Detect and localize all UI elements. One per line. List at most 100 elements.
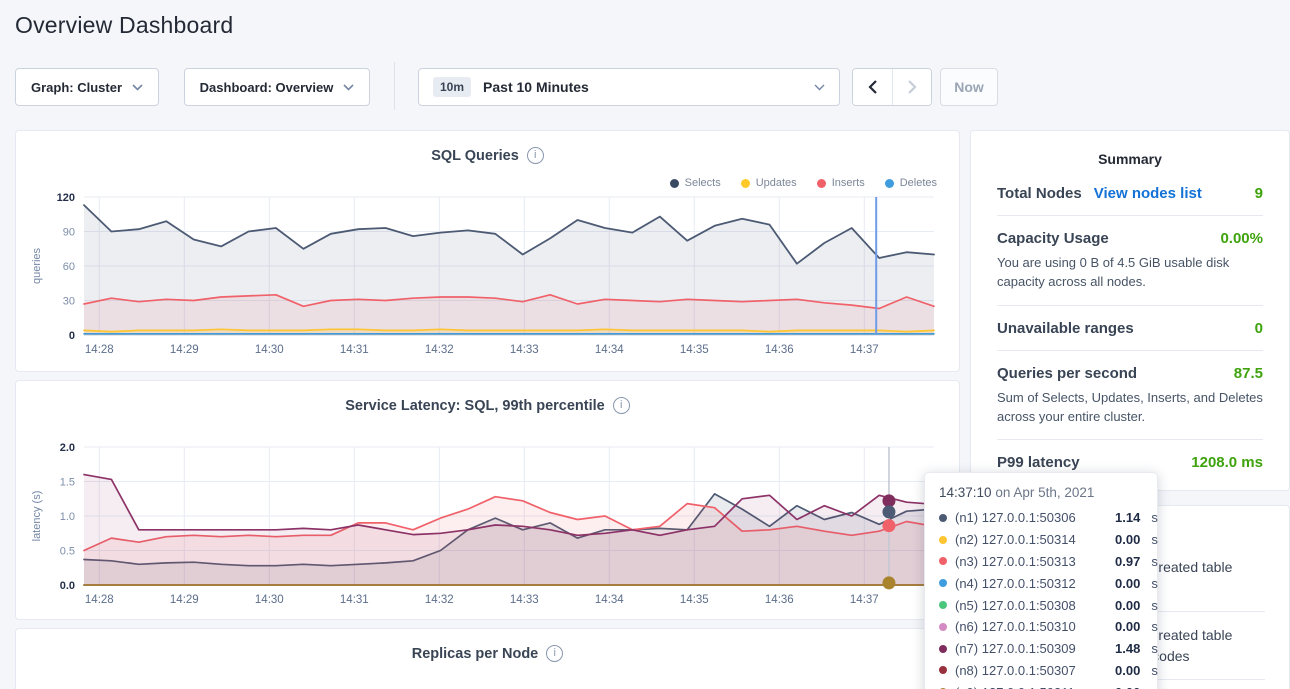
summary-row: Unavailable ranges0	[997, 306, 1263, 351]
tooltip-row: (n1) 127.0.0.1:503061.14s	[939, 507, 1143, 529]
graph-dropdown-label: Graph: Cluster	[31, 80, 122, 95]
time-pager	[852, 68, 932, 106]
info-icon[interactable]: i	[546, 645, 563, 662]
service-latency-chart[interactable]: 14:2814:2914:3014:3114:3214:3314:3414:35…	[22, 437, 952, 613]
svg-text:14:33: 14:33	[510, 594, 539, 606]
svg-text:14:32: 14:32	[425, 344, 454, 356]
tooltip-latency-unit: s	[1151, 641, 1158, 656]
summary-title: Summary	[997, 131, 1263, 171]
svg-text:14:29: 14:29	[170, 594, 199, 606]
svg-text:0.0: 0.0	[60, 580, 75, 592]
sql-queries-chart[interactable]: 14:2814:2914:3014:3114:3214:3314:3414:35…	[22, 187, 952, 363]
tooltip-latency-unit: s	[1151, 598, 1158, 613]
svg-text:14:35: 14:35	[680, 594, 709, 606]
series-color-dot	[939, 645, 947, 653]
tooltip-row: (n8) 127.0.0.1:503070.00s	[939, 660, 1143, 682]
info-icon[interactable]: i	[613, 397, 630, 414]
svg-text:14:29: 14:29	[170, 344, 199, 356]
tooltip-latency-unit: s	[1151, 619, 1158, 634]
tooltip-latency-unit: s	[1151, 532, 1158, 547]
chart-title: SQL Queries	[431, 148, 519, 164]
service-latency-chart-card: Service Latency: SQL, 99th percentile i …	[15, 380, 960, 620]
time-range-dropdown[interactable]: 10m Past 10 Minutes	[418, 68, 840, 106]
svg-text:14:28: 14:28	[85, 594, 114, 606]
series-color-dot	[939, 514, 947, 522]
svg-text:14:33: 14:33	[510, 344, 539, 356]
svg-text:1.5: 1.5	[60, 477, 75, 489]
summary-row-label: P99 latency	[997, 454, 1080, 471]
svg-text:queries: queries	[31, 247, 43, 284]
tooltip-row: (n3) 127.0.0.1:503130.97s	[939, 551, 1143, 573]
chevron-down-icon	[132, 84, 143, 91]
series-color-dot	[939, 601, 947, 609]
tooltip-latency-value: 1.14	[1115, 510, 1140, 525]
tooltip-row: (n9) 127.0.0.1:503110.00s	[939, 681, 1143, 689]
series-color-dot	[939, 623, 947, 631]
svg-text:14:37: 14:37	[850, 344, 879, 356]
tooltip-row: (n5) 127.0.0.1:503080.00s	[939, 594, 1143, 616]
tooltip-latency-value: 0.00	[1115, 532, 1140, 547]
toolbar-divider	[394, 62, 395, 110]
svg-text:14:31: 14:31	[340, 344, 369, 356]
summary-row-description: Sum of Selects, Updates, Inserts, and De…	[997, 389, 1263, 427]
summary-row-label: Total Nodes	[997, 185, 1082, 202]
tooltip-node-address: (n5) 127.0.0.1:50308	[955, 598, 1107, 613]
graph-dropdown[interactable]: Graph: Cluster	[15, 68, 159, 106]
tooltip-latency-unit: s	[1151, 510, 1158, 525]
tooltip-node-address: (n3) 127.0.0.1:50313	[955, 554, 1107, 569]
summary-row-label: Queries per second	[997, 365, 1137, 382]
chart-title: Service Latency: SQL, 99th percentile	[345, 398, 605, 414]
summary-row-value: 0	[1255, 320, 1263, 337]
svg-text:14:36: 14:36	[765, 594, 794, 606]
summary-row-head: P99 latency 1208.0 ms	[997, 454, 1263, 471]
sql-queries-chart-card: SQL Queries i SelectsUpdatesInsertsDelet…	[15, 130, 960, 372]
tooltip-latency-value: 0.00	[1115, 576, 1140, 591]
overview-dashboard-page: Overview Dashboard Graph: Cluster Dashbo…	[0, 0, 1290, 689]
chevron-right-icon	[908, 80, 917, 94]
tooltip-node-address: (n7) 127.0.0.1:50309	[955, 641, 1107, 656]
view-nodes-list-link[interactable]: View nodes list	[1094, 185, 1202, 202]
svg-text:14:34: 14:34	[595, 344, 624, 356]
tooltip-node-address: (n9) 127.0.0.1:50311	[955, 685, 1107, 689]
tooltip-timestamp: 14:37:10 on Apr 5th, 2021	[939, 485, 1143, 500]
summary-row-label: Capacity Usage	[997, 230, 1109, 247]
time-prev-button[interactable]	[853, 69, 892, 105]
summary-row-head: Unavailable ranges0	[997, 320, 1263, 337]
tooltip-latency-value: 0.00	[1115, 598, 1140, 613]
svg-text:0.5: 0.5	[60, 546, 75, 558]
dashboard-dropdown[interactable]: Dashboard: Overview	[184, 68, 370, 106]
info-icon[interactable]: i	[527, 147, 544, 164]
svg-text:14:28: 14:28	[85, 344, 114, 356]
tooltip-latency-unit: s	[1151, 576, 1158, 591]
time-next-button[interactable]	[892, 69, 931, 105]
summary-row: Capacity Usage0.00%You are using 0 B of …	[997, 216, 1263, 306]
summary-row-value: 1208.0 ms	[1191, 454, 1263, 471]
series-color-dot	[939, 579, 947, 587]
summary-row-head: Queries per second 87.5	[997, 365, 1263, 382]
tooltip-row: (n2) 127.0.0.1:503140.00s	[939, 529, 1143, 551]
time-range-label: Past 10 Minutes	[483, 79, 589, 95]
svg-text:1.0: 1.0	[60, 511, 75, 523]
time-range-badge: 10m	[433, 77, 471, 97]
series-color-dot	[939, 666, 947, 674]
summary-panel: Summary Total NodesView nodes list9Capac…	[970, 130, 1290, 491]
now-button[interactable]: Now	[940, 68, 998, 106]
series-color-dot	[939, 536, 947, 544]
tooltip-latency-value: 0.00	[1115, 619, 1140, 634]
svg-text:latency (s): latency (s)	[31, 491, 43, 542]
svg-text:14:37: 14:37	[850, 594, 879, 606]
series-color-dot	[939, 557, 947, 565]
tooltip-latency-unit: s	[1151, 663, 1158, 678]
chevron-down-icon	[343, 84, 354, 91]
svg-text:0: 0	[69, 330, 75, 342]
summary-row-value: 0.00%	[1220, 230, 1263, 247]
summary-row-value: 87.5	[1234, 365, 1263, 382]
page-title: Overview Dashboard	[15, 12, 233, 39]
tooltip-latency-value: 0.97	[1115, 554, 1140, 569]
svg-text:14:32: 14:32	[425, 594, 454, 606]
svg-text:120: 120	[57, 192, 75, 204]
tooltip-node-address: (n8) 127.0.0.1:50307	[955, 663, 1107, 678]
tooltip-latency-value: 1.48	[1115, 641, 1140, 656]
tooltip-row: (n4) 127.0.0.1:503120.00s	[939, 572, 1143, 594]
tooltip-latency-value: 0.00	[1115, 685, 1140, 689]
